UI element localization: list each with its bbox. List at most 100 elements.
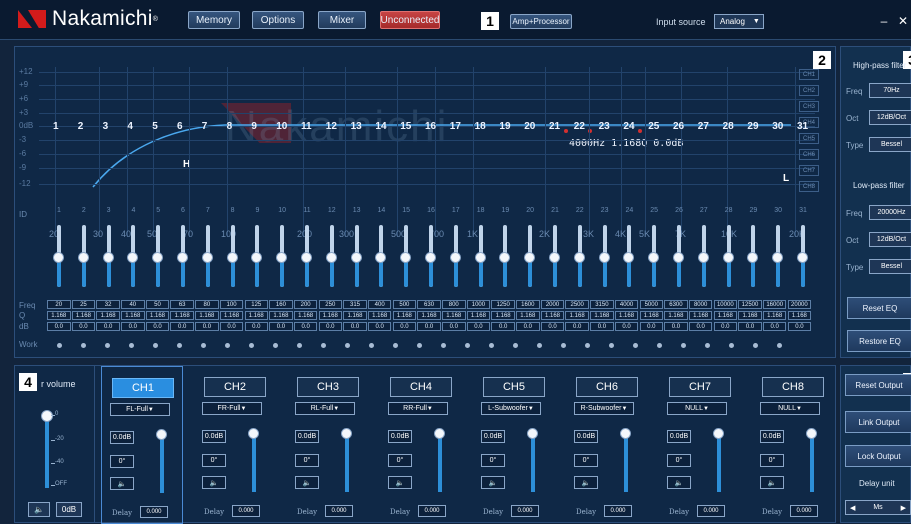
slider-knob[interactable] — [722, 252, 734, 263]
q-cell[interactable]: 1.168 — [293, 311, 318, 320]
freq-cell[interactable]: 2500 — [565, 300, 589, 309]
freq-cell[interactable]: 1000 — [466, 300, 491, 309]
freq-cell[interactable]: 25 — [71, 300, 96, 309]
db-cell[interactable]: 0.0 — [639, 322, 663, 331]
delay-input[interactable]: 0.000 — [140, 506, 168, 518]
band-slider[interactable]: 16 — [419, 207, 443, 287]
work-indicator[interactable] — [488, 343, 494, 348]
work-indicator[interactable] — [80, 343, 86, 348]
work-indicator[interactable] — [176, 343, 182, 348]
work-indicator[interactable] — [680, 343, 686, 348]
db-cell[interactable]: 0.0 — [244, 322, 268, 331]
close-button[interactable]: ✕ — [895, 13, 911, 29]
connection-status-button[interactable]: Unconnected — [380, 11, 440, 29]
hp-freq-input[interactable]: 70Hz — [869, 83, 911, 98]
q-cell[interactable]: 1.168 — [392, 311, 417, 320]
band-slider[interactable]: 18 — [469, 207, 493, 287]
band-number[interactable]: 10 — [276, 121, 287, 132]
band-number[interactable]: 28 — [723, 121, 734, 132]
db-cell[interactable]: 0.0 — [121, 322, 145, 331]
slider-knob[interactable] — [102, 252, 114, 263]
band-number[interactable]: 19 — [499, 121, 510, 132]
q-cell[interactable]: 1.168 — [614, 311, 639, 320]
band-slider[interactable]: 3 — [97, 207, 121, 287]
band-number[interactable]: 12 — [326, 121, 337, 132]
band-slider[interactable]: 11 — [295, 207, 319, 287]
freq-cell[interactable]: 20000 — [787, 300, 812, 309]
freq-cell[interactable]: 80 — [195, 300, 219, 309]
channel-gain-value[interactable]: 0.0dB — [667, 430, 691, 443]
slider-knob[interactable] — [127, 252, 139, 263]
work-indicator[interactable] — [368, 343, 374, 348]
work-indicator[interactable] — [416, 343, 422, 348]
q-cell[interactable]: 1.168 — [491, 311, 515, 320]
q-cell[interactable]: 1.168 — [540, 311, 565, 320]
q-cell[interactable]: 1.168 — [516, 311, 540, 320]
band-slider[interactable]: 4 — [121, 207, 145, 287]
slider-knob[interactable] — [648, 252, 660, 263]
q-cell[interactable]: 1.168 — [343, 311, 367, 320]
channel-mute-button[interactable]: 🔈 — [667, 476, 691, 489]
channel-mute-button[interactable]: 🔈 — [481, 476, 505, 489]
band-number[interactable]: 18 — [475, 121, 486, 132]
channel-output-select[interactable]: NULL ▼ — [760, 402, 820, 415]
band-number[interactable]: 23 — [599, 121, 610, 132]
slider-knob[interactable] — [77, 252, 89, 263]
slider-knob[interactable] — [400, 252, 412, 263]
channel-gain-value[interactable]: 0.0dB — [295, 430, 319, 443]
band-slider[interactable]: 7 — [196, 207, 220, 287]
freq-cell[interactable]: 500 — [392, 300, 417, 309]
channel-toggle-ch6[interactable]: CH6 — [799, 149, 819, 160]
slider-knob[interactable] — [449, 252, 461, 263]
db-cell[interactable]: 0.0 — [145, 322, 170, 331]
band-slider[interactable]: 19 — [493, 207, 517, 287]
work-indicator[interactable] — [248, 343, 254, 348]
channel-toggle-ch2[interactable]: CH2 — [799, 85, 819, 96]
band-slider[interactable]: 31 — [791, 207, 815, 287]
delay-input[interactable]: 0.000 — [418, 505, 446, 517]
slider-knob[interactable] — [201, 252, 213, 263]
band-number[interactable]: 31 — [797, 121, 808, 132]
band-number[interactable]: 30 — [772, 121, 783, 132]
db-cell[interactable]: 0.0 — [565, 322, 589, 331]
q-cell[interactable]: 1.168 — [590, 311, 614, 320]
db-cell[interactable]: 0.0 — [762, 322, 787, 331]
band-number[interactable]: 11 — [301, 121, 312, 132]
band-number[interactable]: 8 — [227, 121, 233, 132]
delay-input[interactable]: 0.000 — [697, 505, 725, 517]
band-slider[interactable]: 6 — [171, 207, 195, 287]
band-number[interactable]: 16 — [425, 121, 436, 132]
channel-gain-value[interactable]: 0.0dB — [481, 430, 505, 443]
chevron-right-icon[interactable]: ▶ — [901, 504, 906, 512]
db-cell[interactable]: 0.0 — [318, 322, 343, 331]
q-cell[interactable]: 1.168 — [565, 311, 589, 320]
channel-gain-knob[interactable] — [341, 428, 352, 439]
band-number[interactable]: 15 — [400, 121, 411, 132]
freq-cell[interactable]: 1600 — [516, 300, 540, 309]
db-cell[interactable]: 0.0 — [590, 322, 614, 331]
band-number[interactable]: 2 — [78, 121, 84, 132]
db-cell[interactable]: 0.0 — [47, 322, 71, 331]
db-cell[interactable]: 0.0 — [442, 322, 466, 331]
delay-input[interactable]: 0.000 — [604, 505, 632, 517]
band-number[interactable]: 14 — [375, 121, 386, 132]
band-slider[interactable]: 27 — [692, 207, 716, 287]
band-number[interactable]: 27 — [698, 121, 709, 132]
freq-cell[interactable]: 10000 — [713, 300, 738, 309]
freq-cell[interactable]: 250 — [318, 300, 343, 309]
channel-output-select[interactable]: NULL ▼ — [667, 402, 727, 415]
band-slider[interactable]: 10 — [270, 207, 294, 287]
freq-cell[interactable]: 800 — [442, 300, 466, 309]
q-cell[interactable]: 1.168 — [71, 311, 96, 320]
work-indicator[interactable] — [464, 343, 470, 348]
freq-cell[interactable]: 1250 — [491, 300, 515, 309]
channel-output-select[interactable]: L-Subwoofer ▼ — [481, 402, 541, 415]
channel-name-button[interactable]: CH2 — [204, 377, 266, 397]
mixer-button[interactable]: Mixer — [318, 11, 366, 29]
channel-mute-button[interactable]: 🔈 — [574, 476, 598, 489]
channel-output-select[interactable]: RR-Full ▼ — [388, 402, 448, 415]
channel-gain-track[interactable] — [160, 435, 164, 493]
q-cell[interactable]: 1.168 — [145, 311, 170, 320]
q-cell[interactable]: 1.168 — [639, 311, 663, 320]
db-cell[interactable]: 0.0 — [540, 322, 565, 331]
